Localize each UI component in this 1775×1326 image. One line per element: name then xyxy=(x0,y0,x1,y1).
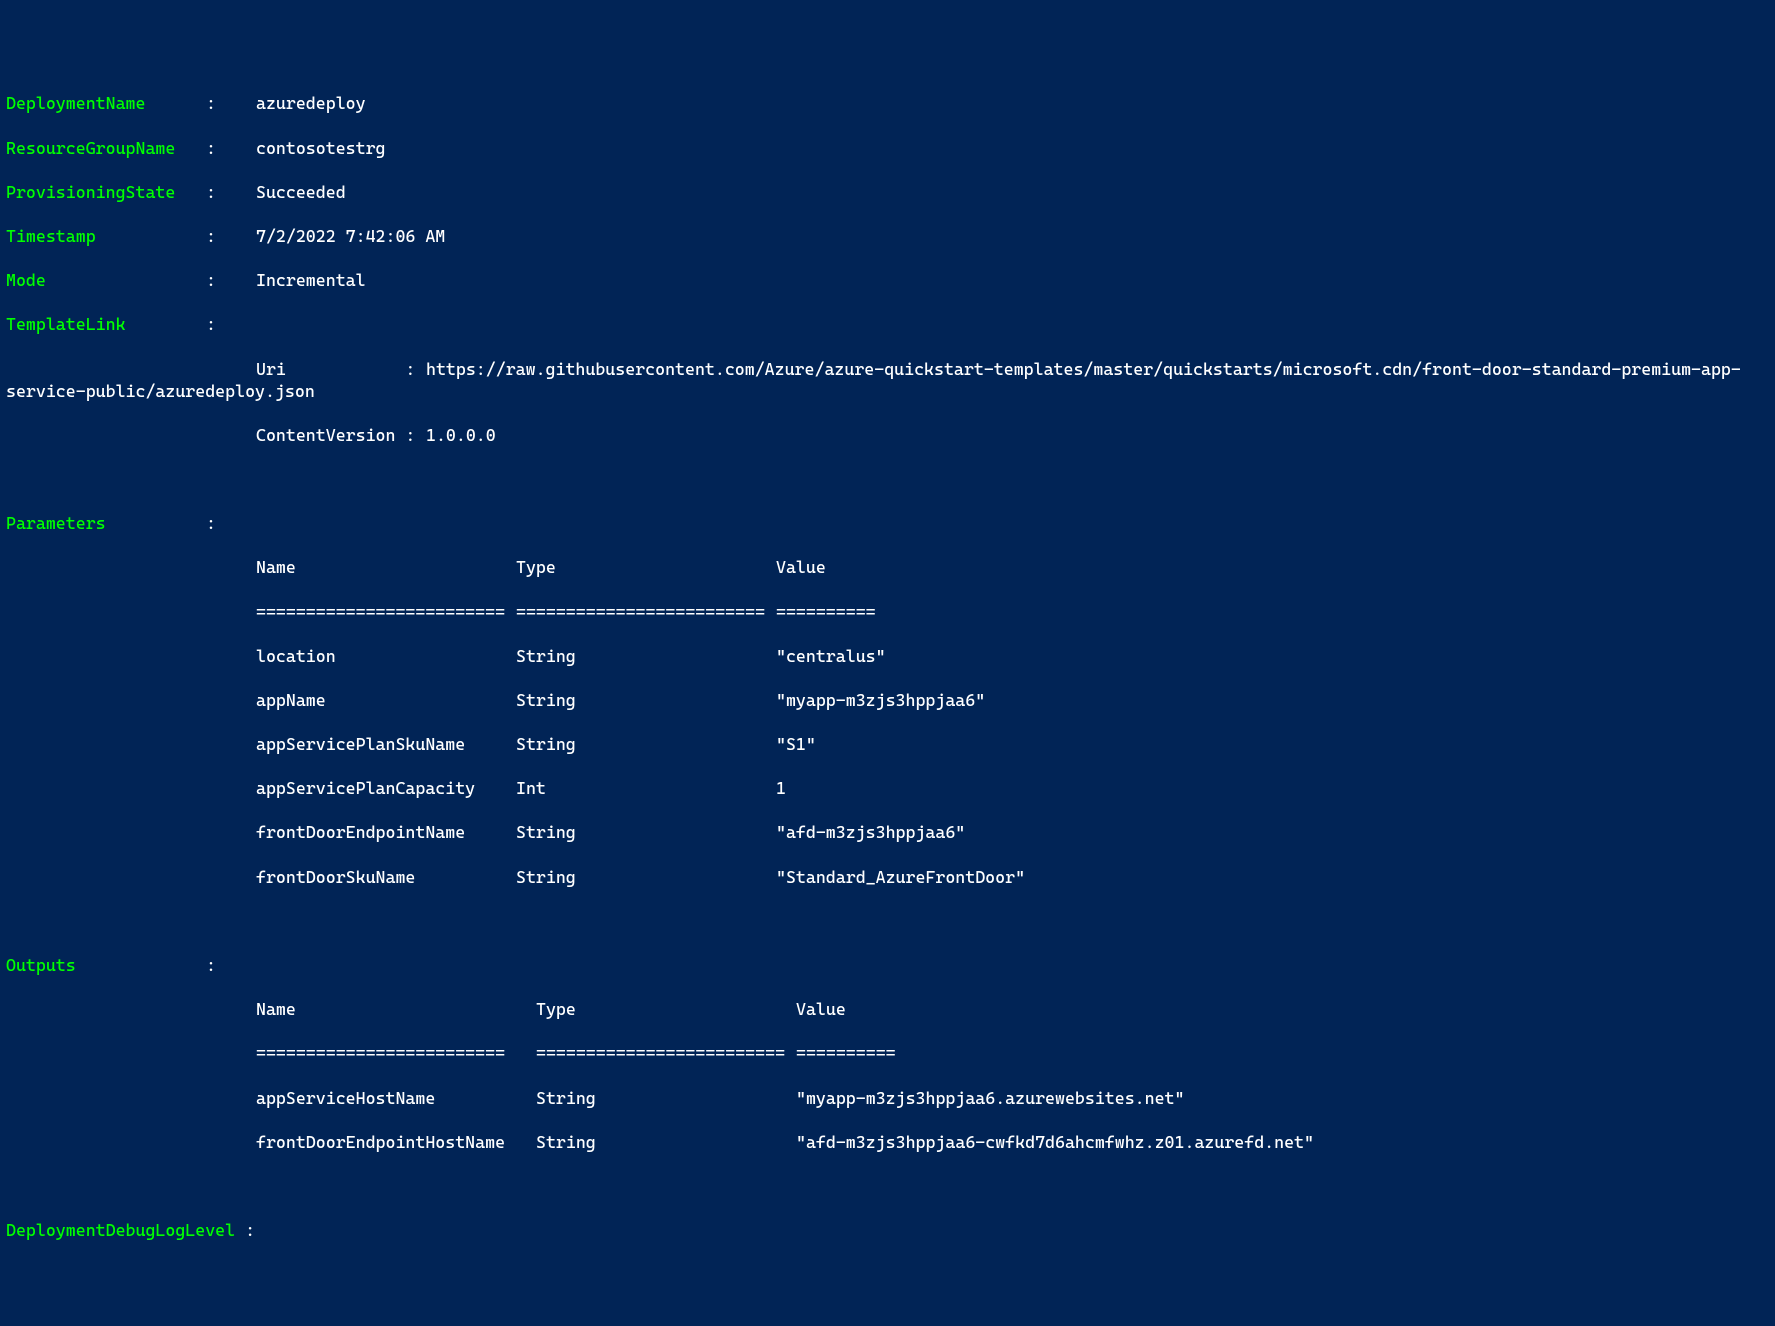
divider: ========== xyxy=(776,601,876,623)
cell-type: String xyxy=(536,1131,796,1153)
property-value: 7/2/2022 7:42:06 AM xyxy=(256,226,445,246)
property-row: DeploymentName:azuredeploy xyxy=(6,92,1769,114)
cell-name: appServicePlanSkuName xyxy=(256,733,516,755)
parameters-section: Parameters: xyxy=(6,512,1769,534)
divider: ========================= xyxy=(256,601,516,623)
table-row: appServicePlanCapacityInt1 xyxy=(6,777,1769,799)
cell-name: location xyxy=(256,645,516,667)
property-value: azuredeploy xyxy=(256,93,366,113)
divider: ========== xyxy=(796,1042,896,1064)
property-row: ProvisioningState:Succeeded xyxy=(6,181,1769,203)
property-row: Timestamp:7/2/2022 7:42:06 AM xyxy=(6,225,1769,247)
colon: : xyxy=(206,225,256,247)
cell-type: String xyxy=(536,1087,796,1109)
cell-value: "myapp-m3zjs3hppjaa6.azurewebsites.net" xyxy=(796,1087,1184,1109)
header-name: Name xyxy=(256,556,516,578)
header-name: Name xyxy=(256,998,536,1020)
cell-name: frontDoorSkuName xyxy=(256,866,516,888)
template-link-uri: Uri : https://raw.githubusercontent.com/… xyxy=(6,358,1769,402)
blank-line xyxy=(6,1175,1769,1197)
table-row: appServicePlanSkuNameString"S1" xyxy=(6,733,1769,755)
property-key: Parameters xyxy=(6,512,206,534)
debug-log-row: DeploymentDebugLogLevel : xyxy=(6,1219,1769,1241)
property-row: ResourceGroupName:contosotestrg xyxy=(6,137,1769,159)
header-type: Type xyxy=(536,998,796,1020)
cell-type: String xyxy=(516,866,776,888)
header-value: Value xyxy=(776,556,826,578)
cell-value: "Standard_AzureFrontDoor" xyxy=(776,866,1025,888)
template-link-cv: ContentVersion : 1.0.0.0 xyxy=(6,424,1769,446)
blank-line xyxy=(6,468,1769,490)
property-key: DeploymentDebugLogLevel xyxy=(6,1220,235,1240)
table-divider: ========================================… xyxy=(6,601,1769,623)
table-row: frontDoorSkuNameString"Standard_AzureFro… xyxy=(6,866,1769,888)
cell-type: String xyxy=(516,645,776,667)
table-row: frontDoorEndpointHostNameString"afd-m3zj… xyxy=(6,1131,1769,1153)
header-type: Type xyxy=(516,556,776,578)
cv-value: 1.0.0.0 xyxy=(426,425,496,445)
colon: : xyxy=(206,181,256,203)
uri-key: Uri : xyxy=(256,358,426,380)
divider: ========================= xyxy=(256,1042,536,1064)
header-value: Value xyxy=(796,998,846,1020)
outputs-section: Outputs: xyxy=(6,954,1769,976)
cell-name: appServiceHostName xyxy=(256,1087,536,1109)
cell-value: "afd-m3zjs3hppjaa6" xyxy=(776,821,965,843)
cell-value: "afd-m3zjs3hppjaa6-cwfkd7d6ahcmfwhz.z01.… xyxy=(796,1131,1314,1153)
cell-value: "myapp-m3zjs3hppjaa6" xyxy=(776,689,985,711)
blank-line xyxy=(6,910,1769,932)
cell-name: appServicePlanCapacity xyxy=(256,777,516,799)
colon: : xyxy=(206,92,256,114)
cell-type: Int xyxy=(516,777,776,799)
colon: : xyxy=(206,313,256,335)
property-key: ResourceGroupName xyxy=(6,137,206,159)
table-row: appNameString"myapp-m3zjs3hppjaa6" xyxy=(6,689,1769,711)
property-key: DeploymentName xyxy=(6,92,206,114)
colon: : xyxy=(206,137,256,159)
property-key: Mode xyxy=(6,269,206,291)
table-row: locationString"centralus" xyxy=(6,645,1769,667)
table-row: frontDoorEndpointNameString"afd-m3zjs3hp… xyxy=(6,821,1769,843)
terminal-output: DeploymentName:azuredeploy ResourceGroup… xyxy=(6,70,1769,1263)
cell-value: "S1" xyxy=(776,733,816,755)
colon: : xyxy=(206,954,256,976)
cell-name: appName xyxy=(256,689,516,711)
table-divider: ========================================… xyxy=(6,1042,1769,1064)
template-link-row: TemplateLink: xyxy=(6,313,1769,335)
property-value: Incremental xyxy=(256,270,366,290)
property-value: contosotestrg xyxy=(256,138,386,158)
property-key: ProvisioningState xyxy=(6,181,206,203)
property-row: Mode:Incremental xyxy=(6,269,1769,291)
table-header: NameTypeValue xyxy=(6,556,1769,578)
property-value: Succeeded xyxy=(256,182,346,202)
cell-type: String xyxy=(516,689,776,711)
cell-name: frontDoorEndpointName xyxy=(256,821,516,843)
property-key: Timestamp xyxy=(6,225,206,247)
colon: : xyxy=(206,269,256,291)
table-header: NameTypeValue xyxy=(6,998,1769,1020)
cell-value: "centralus" xyxy=(776,645,886,667)
property-key: TemplateLink xyxy=(6,313,206,335)
cell-type: String xyxy=(516,821,776,843)
colon: : xyxy=(206,512,256,534)
table-row: appServiceHostNameString"myapp-m3zjs3hpp… xyxy=(6,1087,1769,1109)
property-key: Outputs xyxy=(6,954,206,976)
cell-value: 1 xyxy=(776,777,786,799)
colon: : xyxy=(235,1220,265,1240)
cv-key: ContentVersion : xyxy=(256,424,426,446)
divider: ========================= xyxy=(516,601,776,623)
divider: ========================= xyxy=(536,1042,796,1064)
cell-name: frontDoorEndpointHostName xyxy=(256,1131,536,1153)
cell-type: String xyxy=(516,733,776,755)
